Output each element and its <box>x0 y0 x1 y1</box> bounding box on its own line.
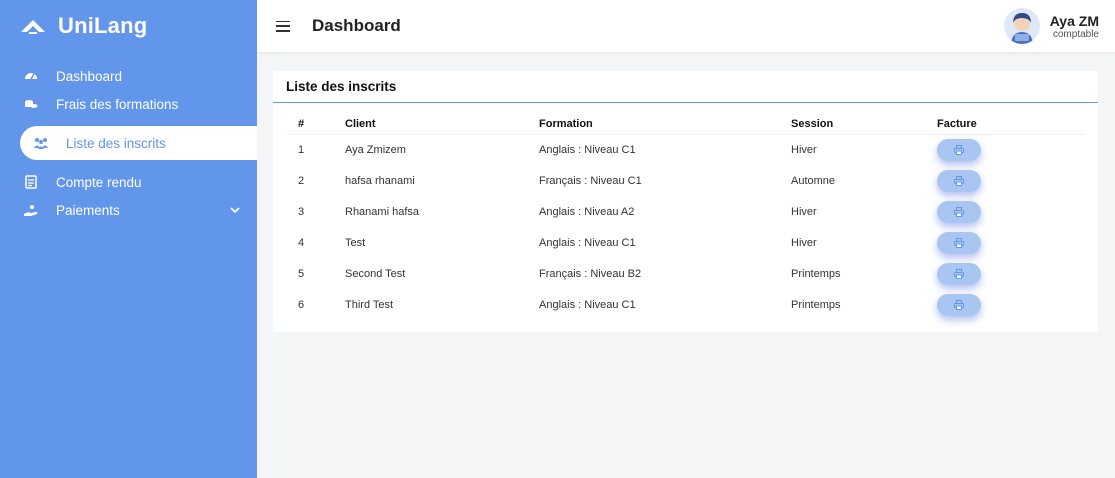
print-invoice-button[interactable] <box>937 293 981 316</box>
cell-client: Aya Zmizem <box>345 143 406 156</box>
sidebar-item-label: Frais des formations <box>56 96 179 112</box>
cell-facture <box>937 227 1085 258</box>
cell-session: Hiver <box>791 236 817 249</box>
sidebar: UniLang Dashboard Frais des formations L… <box>0 0 257 478</box>
sidebar-item-paiements[interactable]: Paiements <box>0 196 257 224</box>
dashboard-icon <box>22 69 40 83</box>
table-header-row: # Client Formation Session Facture <box>287 114 1085 135</box>
chevron-down-icon[interactable] <box>229 204 241 216</box>
brand[interactable]: UniLang <box>0 0 257 52</box>
inscrits-card: Liste des inscrits # Client Formation Se… <box>273 71 1098 332</box>
cell-formation: Anglais : Niveau C1 <box>539 143 636 156</box>
column-header-formation: Formation <box>539 114 791 135</box>
cell-session: Hiver <box>791 143 817 156</box>
cell-formation: Anglais : Niveau C1 <box>539 236 636 249</box>
printer-icon <box>954 206 964 217</box>
document-icon <box>22 175 40 189</box>
printer-icon <box>954 175 964 186</box>
cell-formation: Anglais : Niveau C1 <box>539 298 636 311</box>
printer-icon <box>954 268 964 279</box>
column-header-number: # <box>287 114 345 135</box>
topbar: Dashboard Aya ZM comptable <box>257 0 1115 52</box>
cell-number: 5 <box>298 267 305 280</box>
cell-formation: Anglais : Niveau A2 <box>539 205 635 218</box>
user-info: Aya ZM comptable <box>1050 13 1099 40</box>
sidebar-item-label: Compte rendu <box>56 174 142 190</box>
sidebar-item-label: Dashboard <box>56 68 123 84</box>
print-invoice-button[interactable] <box>937 169 981 192</box>
inscrits-table: # Client Formation Session Facture 1 Aya… <box>287 114 1085 320</box>
user-menu[interactable]: Aya ZM comptable <box>1003 8 1099 44</box>
cell-number: 2 <box>298 174 305 187</box>
printer-icon <box>954 144 964 155</box>
cell-client: Test <box>345 236 366 249</box>
cell-formation: Français : Niveau C1 <box>539 174 642 187</box>
cell-facture <box>937 196 1085 227</box>
cell-number: 3 <box>298 205 305 218</box>
cell-number: 4 <box>298 236 305 249</box>
cell-facture <box>937 258 1085 289</box>
table-row: 4 Test Anglais : Niveau C1 Hiver <box>287 227 1085 258</box>
cell-number: 1 <box>298 143 305 156</box>
cell-facture <box>937 134 1085 165</box>
card-title: Liste des inscrits <box>273 71 1098 103</box>
hand-coin-icon <box>22 203 40 217</box>
sidebar-item-dashboard[interactable]: Dashboard <box>0 62 257 90</box>
avatar[interactable] <box>1003 8 1040 44</box>
column-header-client: Client <box>345 114 539 135</box>
logo-icon <box>20 17 46 35</box>
user-role: comptable <box>1052 28 1099 40</box>
column-header-facture: Facture <box>937 114 1085 135</box>
cell-client: Rhanami hafsa <box>345 205 419 218</box>
cell-number: 6 <box>298 298 305 311</box>
print-invoice-button[interactable] <box>937 200 981 223</box>
user-name: Aya ZM <box>1049 12 1099 29</box>
cell-facture <box>937 289 1085 320</box>
printer-icon <box>954 237 964 248</box>
print-invoice-button[interactable] <box>937 262 981 285</box>
sidebar-nav: Dashboard Frais des formations Liste des… <box>0 62 257 224</box>
printer-icon <box>954 299 964 310</box>
table-row: 6 Third Test Anglais : Niveau C1 Printem… <box>287 289 1085 320</box>
cell-session: Printemps <box>791 267 841 280</box>
coins-icon <box>22 97 40 111</box>
print-invoice-button[interactable] <box>937 138 981 161</box>
table-row: 3 Rhanami hafsa Anglais : Niveau A2 Hive… <box>287 196 1085 227</box>
cell-session: Automne <box>791 174 836 187</box>
cell-client: Third Test <box>345 298 394 311</box>
cell-session: Hiver <box>791 205 817 218</box>
cell-client: hafsa rhanami <box>345 174 415 187</box>
sidebar-item-compte-rendu[interactable]: Compte rendu <box>0 168 257 196</box>
sidebar-item-label: Paiements <box>56 202 120 218</box>
cell-facture <box>937 165 1085 196</box>
sidebar-item-liste-inscrits[interactable]: Liste des inscrits <box>20 126 257 160</box>
cell-session: Printemps <box>791 298 841 311</box>
page-title: Dashboard <box>312 16 401 35</box>
menu-toggle-icon[interactable] <box>276 20 290 32</box>
sidebar-item-label: Liste des inscrits <box>66 135 166 151</box>
table-row: 5 Second Test Français : Niveau B2 Print… <box>287 258 1085 289</box>
brand-name: UniLang <box>58 13 148 38</box>
sidebar-item-frais[interactable]: Frais des formations <box>0 90 257 118</box>
table-row: 1 Aya Zmizem Anglais : Niveau C1 Hiver <box>287 134 1085 165</box>
cell-client: Second Test <box>345 267 406 280</box>
column-header-session: Session <box>791 114 937 135</box>
print-invoice-button[interactable] <box>937 231 981 254</box>
table-row: 2 hafsa rhanami Français : Niveau C1 Aut… <box>287 165 1085 196</box>
users-icon <box>32 136 50 150</box>
cell-formation: Français : Niveau B2 <box>539 267 642 280</box>
